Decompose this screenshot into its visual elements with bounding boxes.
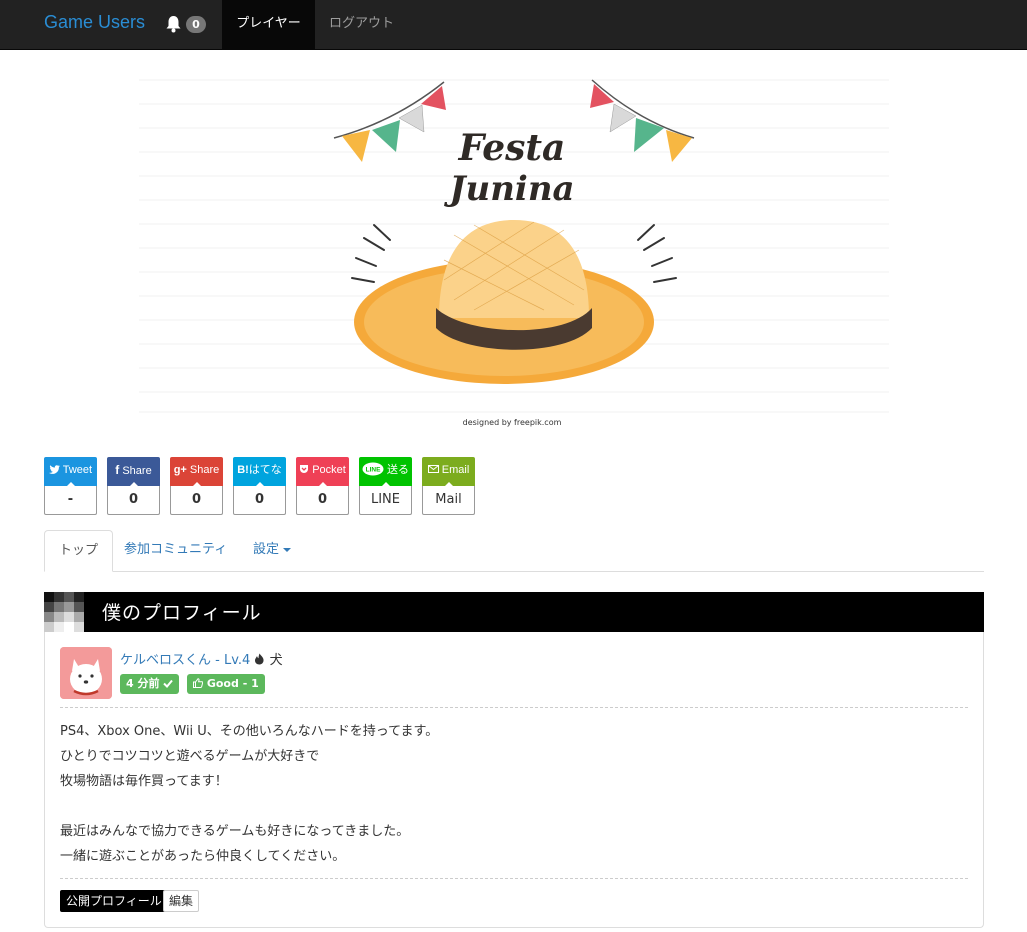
check-icon [163, 677, 174, 690]
share-count: 0 [233, 486, 286, 515]
bio-line [60, 794, 438, 819]
tab-settings[interactable]: 設定 [253, 530, 292, 572]
share-twitter[interactable]: Tweet - [44, 457, 97, 515]
bio-line: 最近はみんなで協力できるゲームも好きになってきました。 [60, 824, 410, 839]
tab-communities[interactable]: 参加コミュニティ [124, 530, 227, 572]
good-badge[interactable]: Good - 1 [187, 674, 265, 694]
bunting-right-icon [590, 79, 695, 162]
section-title: 僕のプロフィール [102, 602, 262, 624]
svg-text:designed by freepik.com: designed by freepik.com [463, 418, 562, 427]
section-header: 僕のプロフィール [44, 592, 984, 632]
line-icon: LINE [362, 462, 387, 476]
share-label: Tweet [62, 464, 93, 476]
divider [60, 707, 968, 708]
profile-panel: ケルベロスくん - Lv.4 犬 4 分前 Good - 1 PS4、Xbox … [44, 632, 984, 928]
tab-top[interactable]: トップ [44, 530, 114, 572]
twitter-icon [48, 464, 63, 476]
shiba-dog-icon [60, 647, 112, 699]
share-label: 送る [387, 464, 410, 476]
last-active-text: 4 分前 [126, 677, 160, 690]
share-pocket[interactable]: Pocket 0 [296, 457, 349, 515]
bunting-left-icon [333, 81, 446, 162]
notification-bell-icon[interactable] [165, 15, 182, 33]
share-count: - [44, 486, 97, 515]
email-icon [427, 464, 442, 476]
share-count: 0 [170, 486, 223, 515]
good-count-text: Good - 1 [206, 677, 259, 690]
hero-banner-image: Festa Junina designed by freepik.com [44, 60, 984, 440]
notification-count-badge[interactable]: 0 [186, 16, 206, 33]
brand-link[interactable]: Game Users [44, 12, 145, 33]
top-navbar: Game Users 0 プレイヤー ログアウト [0, 0, 1027, 50]
share-line[interactable]: LINE 送る LINE [359, 457, 412, 515]
share-hatena[interactable]: B!はてな 0 [233, 457, 286, 515]
caret-down-icon [283, 547, 292, 552]
edit-button[interactable]: 編集 [163, 890, 200, 912]
last-active-badge: 4 分前 [120, 674, 180, 694]
bio-line: 牧場物語は毎作買ってます！ [60, 774, 228, 789]
share-count: 0 [296, 486, 349, 515]
pocket-icon [299, 464, 312, 476]
share-count: 0 [107, 486, 160, 515]
share-count: LINE [359, 486, 412, 515]
public-profile-button[interactable]: 公開プロフィール [60, 890, 168, 912]
share-label: Share [189, 464, 220, 476]
share-facebook[interactable]: f Share 0 [107, 457, 160, 515]
user-avatar[interactable] [60, 647, 112, 699]
google-plus-icon: g+ [173, 464, 187, 476]
share-google-plus[interactable]: g+ Share 0 [170, 457, 223, 515]
svg-text:LINE: LINE [366, 467, 381, 474]
tab-settings-label: 設定 [253, 542, 280, 557]
profile-tabs: トップ 参加コミュニティ 設定 [44, 530, 984, 572]
bio-line: PS4、Xbox One、Wii U、その他いろんなハードを持ってます。 [60, 724, 439, 739]
svg-text:Festa: Festa [458, 127, 566, 169]
share-label: Email [441, 464, 470, 476]
nav-item-logout[interactable]: ログアウト [329, 0, 394, 50]
divider [60, 878, 968, 879]
straw-hat-icon [354, 220, 654, 384]
mosaic-pattern-icon [44, 592, 84, 632]
share-count: Mail [422, 486, 475, 515]
share-label: Pocket [312, 464, 346, 476]
svg-text:Junina: Junina [443, 169, 574, 209]
nav-item-player[interactable]: プレイヤー [222, 0, 315, 50]
facebook-icon: f [115, 463, 120, 477]
share-label: Share [122, 465, 152, 477]
user-name-level[interactable]: ケルベロスくん - Lv.4 犬 [120, 649, 283, 668]
thumbs-up-icon [193, 677, 207, 690]
animal-label: 犬 [269, 653, 283, 668]
share-email[interactable]: Email Mail [422, 457, 475, 515]
bio-line: 一緒に遊ぶことがあったら仲良くしてください。 [60, 849, 346, 864]
user-name-link[interactable]: ケルベロスくん - Lv.4 [120, 653, 250, 668]
share-label: はてな [248, 464, 282, 476]
hatena-icon: B! [237, 464, 249, 476]
fire-icon [254, 653, 269, 668]
bio-line: ひとりでコツコツと遊べるゲームが大好きで [60, 749, 320, 764]
profile-bio: PS4、Xbox One、Wii U、その他いろんなハードを持ってます。 ひとり… [60, 719, 438, 869]
